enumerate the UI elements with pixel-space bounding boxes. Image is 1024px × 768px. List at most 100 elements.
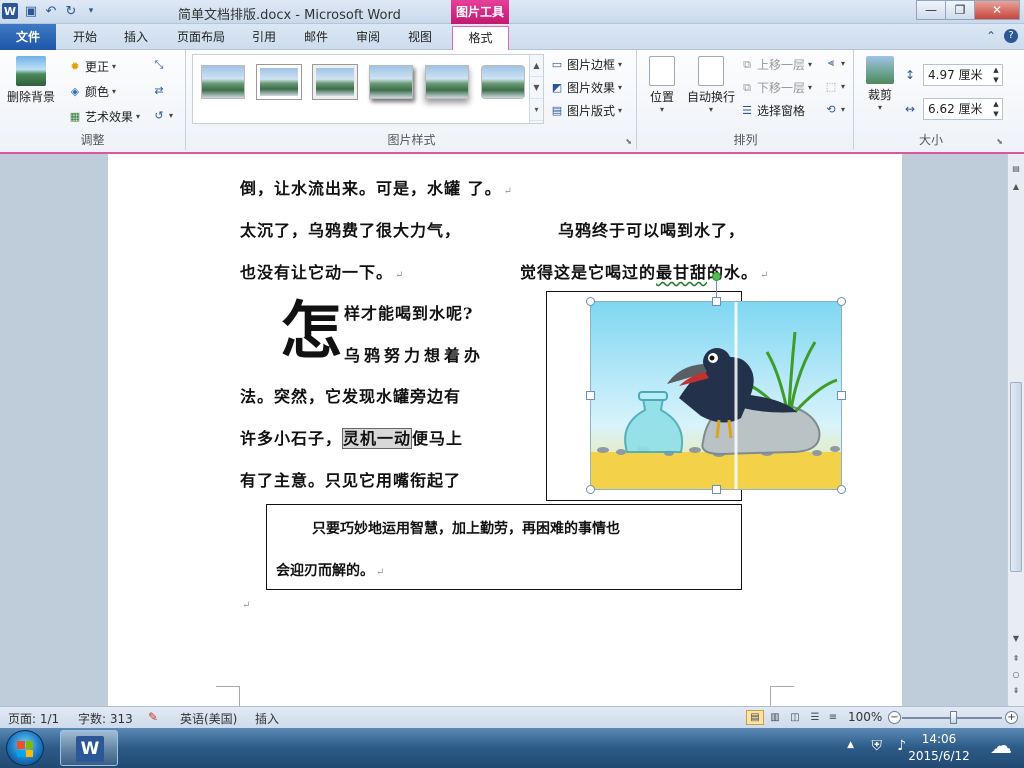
- picture-style-thumb[interactable]: [313, 65, 357, 99]
- word-count[interactable]: 字数: 313: [78, 710, 133, 727]
- web-layout-view-icon[interactable]: ◫: [786, 710, 804, 725]
- empty-paragraph[interactable]: ↵: [240, 593, 251, 612]
- resize-handle-se[interactable]: [837, 485, 846, 494]
- crow-picture[interactable]: [590, 301, 842, 490]
- text-line[interactable]: 有了主意。只见它用嘴衔起了: [240, 467, 461, 491]
- corrections-button[interactable]: ✹ 更正 ▾: [68, 58, 116, 75]
- quote-line[interactable]: 只要巧妙地运用智慧，加上勤劳，再困难的事情也: [312, 518, 620, 538]
- resize-handle-ne[interactable]: [837, 297, 846, 306]
- zoom-out-icon[interactable]: −: [888, 711, 901, 724]
- text-line[interactable]: 乌鸦努力想着办: [344, 342, 484, 366]
- width-input[interactable]: 6.62 厘米 ▲ ▼: [923, 98, 1003, 120]
- compress-pictures-button[interactable]: ⤡: [152, 58, 166, 72]
- text-line[interactable]: 也没有让它动一下。 ↵: [240, 259, 404, 283]
- bring-forward-button[interactable]: ⧉ 上移一层 ▾: [740, 56, 812, 73]
- picture-border-button[interactable]: ▭ 图片边框 ▾: [550, 56, 622, 73]
- artistic-effects-button[interactable]: ▦ 艺术效果 ▾: [68, 108, 140, 125]
- gallery-more-icon[interactable]: ▾: [530, 99, 543, 121]
- change-picture-button[interactable]: ⇄: [152, 83, 166, 97]
- scroll-down-icon[interactable]: ▼: [1010, 634, 1022, 646]
- undo-icon[interactable]: ↶: [44, 4, 58, 19]
- tab-references[interactable]: 引用: [244, 26, 284, 50]
- picture-style-thumb[interactable]: [369, 65, 413, 99]
- outline-view-icon[interactable]: ☰: [806, 710, 824, 725]
- tab-format[interactable]: 格式: [452, 26, 509, 50]
- width-spinner-icon[interactable]: ▲ ▼: [990, 99, 1002, 119]
- tab-mailings[interactable]: 邮件: [296, 26, 336, 50]
- rotate-button[interactable]: ⟲ ▾: [824, 102, 845, 116]
- tab-insert[interactable]: 插入: [116, 26, 156, 50]
- wrap-text-button[interactable]: 自动换行 ▾: [684, 56, 738, 114]
- text-line[interactable]: 乌鸦终于可以喝到水了，: [558, 217, 745, 241]
- minimize-button[interactable]: —: [916, 0, 946, 20]
- taskbar-word-button[interactable]: W: [60, 730, 118, 766]
- full-screen-reading-view-icon[interactable]: ▥: [766, 710, 784, 725]
- help-icon[interactable]: ?: [1004, 29, 1018, 43]
- color-button[interactable]: ◈ 颜色 ▾: [68, 83, 116, 100]
- zoom-in-icon[interactable]: +: [1005, 711, 1018, 724]
- print-layout-view-icon[interactable]: ▤: [746, 710, 764, 725]
- tab-file[interactable]: 文件: [0, 24, 56, 50]
- show-hidden-icons-icon[interactable]: ▲: [847, 740, 854, 750]
- rotation-handle[interactable]: [712, 272, 721, 281]
- tab-review[interactable]: 审阅: [348, 26, 388, 50]
- resize-handle-s[interactable]: [712, 485, 721, 494]
- text-line[interactable]: 觉得这是它喝过的最甘甜的水。 ↵: [520, 259, 769, 283]
- picture-style-thumb[interactable]: [201, 65, 245, 99]
- browse-object-icon[interactable]: ○: [1010, 670, 1022, 682]
- text-line[interactable]: 样才能喝到水呢?: [344, 300, 473, 324]
- maximize-button[interactable]: ❐: [945, 0, 975, 20]
- crop-button[interactable]: 裁剪 ▾: [861, 56, 899, 112]
- resize-handle-e[interactable]: [837, 391, 846, 400]
- picture-layout-button[interactable]: ▤ 图片版式 ▾: [550, 102, 622, 119]
- resize-handle-n[interactable]: [712, 297, 721, 306]
- gallery-scroll-down-icon[interactable]: ▼: [530, 77, 543, 99]
- height-input[interactable]: 4.97 厘米 ▲ ▼: [923, 64, 1003, 86]
- scroll-up-icon[interactable]: ▲: [1010, 182, 1022, 194]
- draft-view-icon[interactable]: ≡: [824, 710, 842, 725]
- weather-icon[interactable]: ☁: [990, 734, 1012, 759]
- text-line[interactable]: 许多小石子，灵机一动便马上: [240, 425, 463, 449]
- text-line[interactable]: 法。突然，它发现水罐旁边有: [240, 383, 461, 407]
- redo-icon[interactable]: ↻: [64, 4, 78, 19]
- tab-view[interactable]: 视图: [400, 26, 440, 50]
- page-count[interactable]: 页面: 1/1: [8, 710, 59, 727]
- close-button[interactable]: ✕: [974, 0, 1020, 20]
- next-page-icon[interactable]: ⇟: [1010, 686, 1022, 698]
- minimize-ribbon-icon[interactable]: ⌃: [986, 29, 996, 43]
- previous-page-icon[interactable]: ⇞: [1010, 654, 1022, 666]
- group-objects-button[interactable]: ⬚ ▾: [824, 79, 845, 93]
- picture-style-thumb[interactable]: [481, 65, 525, 99]
- position-button[interactable]: 位置 ▾: [644, 56, 680, 114]
- picture-effects-button[interactable]: ◩ 图片效果 ▾: [550, 79, 622, 96]
- tab-page-layout[interactable]: 页面布局: [168, 26, 234, 50]
- customize-qat-icon[interactable]: ▾: [84, 6, 98, 16]
- picture-style-thumb[interactable]: [425, 65, 469, 99]
- reset-picture-button[interactable]: ↺ ▾: [152, 108, 173, 122]
- save-icon[interactable]: ▣: [24, 4, 38, 19]
- ruler-toggle-icon[interactable]: ▤: [1010, 164, 1022, 176]
- remove-background-button[interactable]: 删除背景: [4, 56, 58, 105]
- tab-home[interactable]: 开始: [62, 26, 108, 50]
- height-spinner-icon[interactable]: ▲ ▼: [990, 65, 1002, 85]
- zoom-level[interactable]: 100%: [848, 710, 882, 724]
- clock[interactable]: 14:06 2015/6/12: [904, 731, 974, 765]
- selection-pane-button[interactable]: ☰ 选择窗格: [740, 102, 805, 119]
- language-indicator[interactable]: 英语(美国): [180, 710, 237, 727]
- text-line[interactable]: 太沉了，乌鸦费了很大力气，: [240, 217, 461, 241]
- scrollbar-thumb[interactable]: [1010, 382, 1022, 572]
- text-line[interactable]: 倒，让水流出来。可是，水罐 了。 ↵: [240, 175, 513, 199]
- resize-handle-sw[interactable]: [586, 485, 595, 494]
- zoom-slider-knob[interactable]: [950, 711, 957, 724]
- insert-mode-indicator[interactable]: 插入: [255, 710, 279, 727]
- align-button[interactable]: ⫷ ▾: [824, 56, 845, 70]
- send-backward-button[interactable]: ⧉ 下移一层 ▾: [740, 79, 812, 96]
- quote-line[interactable]: 会迎刃而解的。 ↵: [276, 560, 384, 580]
- proofing-icon[interactable]: ✎: [148, 710, 158, 724]
- gallery-scroll-up-icon[interactable]: ▲: [530, 55, 543, 77]
- vertical-scrollbar[interactable]: ▤ ▲ ▼ ⇞ ○ ⇟: [1007, 154, 1024, 706]
- security-shield-icon[interactable]: ⛨: [872, 738, 883, 754]
- picture-style-thumb[interactable]: [257, 65, 301, 99]
- drop-cap[interactable]: 怎: [280, 296, 342, 366]
- start-button[interactable]: [6, 730, 44, 766]
